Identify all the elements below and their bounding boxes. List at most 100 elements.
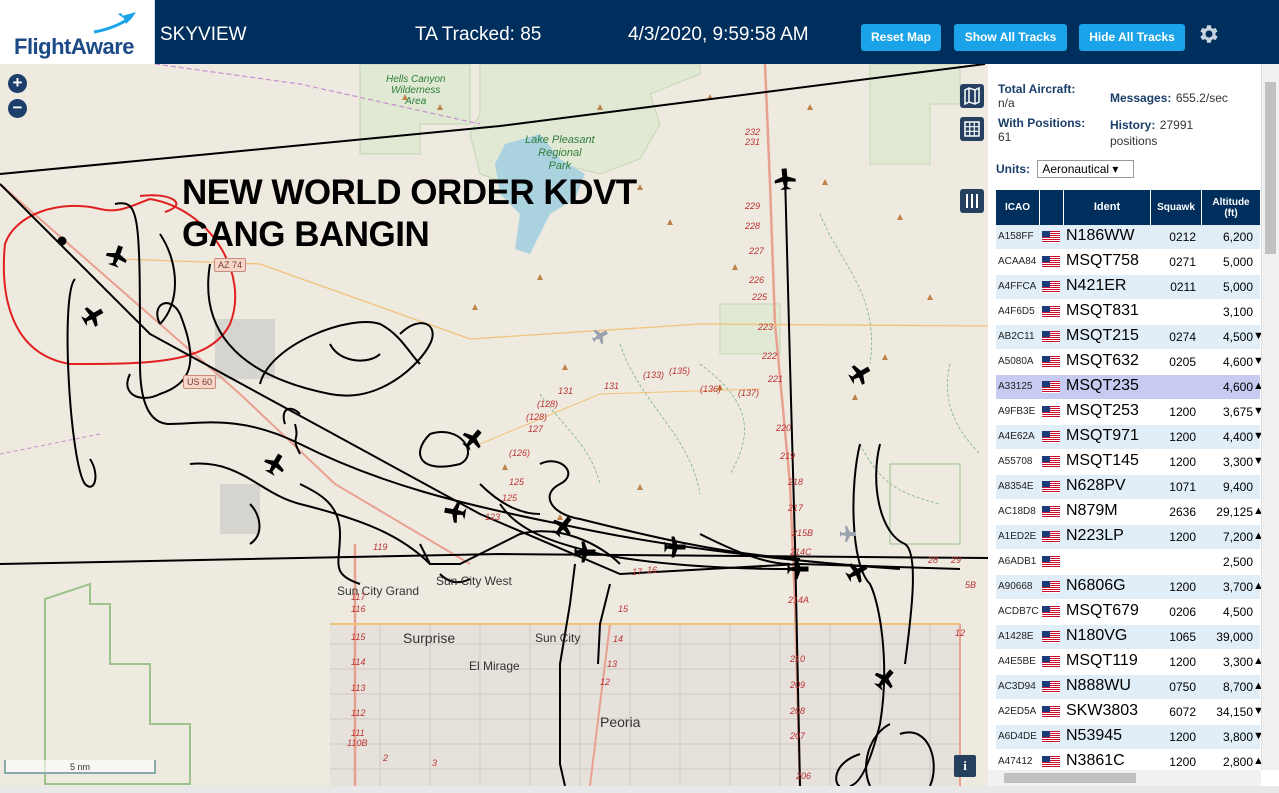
aircraft-row[interactable]: A6D4DE N53945 1200 3,800 ▼ [996,725,1264,749]
altitude-cell: 4,500 [1222,330,1253,344]
aircraft-row[interactable]: A1ED2E N223LP 1200 7,200 ▲ [996,525,1264,549]
us-flag-icon [1042,506,1060,518]
altitude-cell: 2,500 [1222,555,1253,569]
hide-all-tracks-button[interactable]: Hide All Tracks [1079,24,1185,51]
aircraft-row[interactable]: ACAA84 MSQT758 0271 5,000 [996,250,1260,274]
scrollbar-thumb[interactable] [1004,773,1136,783]
road-num: 13 [607,659,618,669]
col-header-squawk[interactable]: Squawk [1151,190,1201,225]
col-header-altitude[interactable]: Altitude (ft) [1202,190,1260,225]
us-flag-icon [1042,481,1060,493]
altitude-cell: 5,000 [1222,280,1253,294]
road-shield-az74: AZ 74 [214,258,247,272]
units-select[interactable]: Aeronautical ▾ [1037,160,1135,178]
us-flag-icon [1042,681,1060,693]
aircraft-row[interactable]: A2ED5A SKW3803 6072 34,150 ▼ [996,700,1264,724]
scrollbar-thumb[interactable] [1265,82,1276,254]
panel-vertical-scrollbar[interactable] [1261,64,1279,770]
road-num: 227 [749,246,765,256]
col-header-ident[interactable]: Ident [1064,190,1150,225]
window-bottom-edge [0,786,1279,793]
aircraft-row[interactable]: ACDB7C MSQT679 0206 4,500 [996,600,1260,624]
aircraft-row[interactable]: A5080A MSQT632 0205 4,600 ▼ [996,350,1264,374]
ident-cell: N53945 [1066,727,1123,744]
aircraft-row[interactable]: A4FFCA N421ER 0211 5,000 [996,275,1260,299]
road-num: 111 [351,728,365,738]
us-flag-icon [1042,531,1060,543]
squawk-cell: 0205 [1169,355,1196,369]
flightaware-logo[interactable]: FlightAware [0,0,155,64]
ident-cell: N879M [1066,502,1118,519]
squawk-cell: 1200 [1169,430,1196,444]
map-view[interactable]: Hells Canyon Wilderness Area Lake Pleasa… [0,64,988,786]
us-flag-icon [1042,656,1060,668]
aircraft-row[interactable]: A90668 N6806G 1200 3,700 ▲ [996,575,1264,599]
us-flag-icon [1042,331,1060,343]
aircraft-row[interactable]: A55708 MSQT145 1200 3,300 ▼ [996,450,1264,474]
aircraft-row[interactable]: A4E62A MSQT971 1200 4,400 ▼ [996,425,1264,449]
road-num: 28 [928,555,939,565]
reset-map-button[interactable]: Reset Map [861,24,941,51]
aircraft-row[interactable]: A158FF N186WW 0212 6,200 [996,225,1260,249]
park-label-hells-canyon: Hells Canyon Wilderness Area [386,74,446,107]
road-num: 226 [749,275,765,285]
aircraft-row[interactable]: AC3D94 N888WU 0750 8,700 ▲ [996,675,1264,699]
altitude-cell: 39,000 [1216,630,1253,644]
altitude-cell: 4,600 [1222,355,1253,369]
aircraft-row[interactable]: A33125 MSQT235 4,600 ▲ [996,375,1264,399]
skyview-app: FlightAware SKYVIEW TA Tracked: 85 4/3/2… [0,0,1279,793]
aircraft-row[interactable]: A4F6D5 MSQT831 3,100 [996,300,1260,324]
aircraft-row[interactable]: A6ADB1 2,500 [996,550,1260,574]
road-num: (133) [643,370,665,380]
zoom-in-button[interactable]: + [8,74,27,93]
aircraft-row[interactable]: A4E5BE MSQT119 1200 3,300 ▲ [996,650,1264,674]
road-num: 218 [788,477,804,487]
icao-cell: AB2C11 [998,331,1035,342]
us-flag-icon [1042,606,1060,618]
icao-cell: A9FB3E [998,406,1036,417]
ident-cell: N3861C [1066,752,1125,769]
columns-toggle-button[interactable] [960,189,984,213]
altitude-cell: 3,100 [1222,305,1253,319]
icao-cell: A90668 [998,581,1033,592]
us-flag-icon [1042,431,1060,443]
show-all-tracks-button[interactable]: Show All Tracks [954,24,1067,51]
map-layers-button[interactable] [960,84,984,108]
ident-cell: MSQT632 [1066,352,1139,369]
road-num: 206 [796,771,812,781]
road-num: 214A [788,595,810,605]
info-icon[interactable]: i [954,755,976,777]
aircraft-row[interactable]: AB2C11 MSQT215 0274 4,500 ▼ [996,325,1264,349]
altitude-header-text: Altitude (ft) [1212,196,1250,219]
road-num: 208 [790,706,806,716]
place-label-el-mirage: El Mirage [469,659,520,673]
gear-icon[interactable] [1196,22,1220,46]
panel-horizontal-scrollbar[interactable] [988,770,1261,786]
icao-cell: A8354E [998,481,1034,492]
squawk-cell: 2636 [1169,505,1196,519]
squawk-cell: 0206 [1169,605,1196,619]
us-flag-icon [1042,281,1060,293]
aircraft-row[interactable]: AC18D8 N879M 2636 29,125 ▲ [996,500,1264,524]
icao-cell: AC18D8 [998,506,1036,517]
aircraft-row[interactable]: A8354E N628PV 1071 9,400 [996,475,1260,499]
icao-cell: A33125 [998,381,1033,392]
icao-cell: A6ADB1 [998,556,1037,567]
altitude-cell: 8,700 [1222,680,1253,694]
aircraft-row[interactable]: A1428E N180VG 1065 39,000 [996,625,1260,649]
squawk-cell: 1200 [1169,455,1196,469]
squawk-cell: 1065 [1169,630,1196,644]
with-positions-value: 61 [998,130,1012,144]
road-num: (126) [509,448,531,458]
zoom-out-button[interactable]: − [8,99,27,118]
aircraft-row[interactable]: A9FB3E MSQT253 1200 3,675 ▼ [996,400,1264,424]
road-num: 127 [528,424,544,434]
col-header-icao[interactable]: ICAO [996,190,1039,225]
road-num: 2 [383,753,389,763]
col-header-flag[interactable] [1040,190,1063,225]
road-num: 228 [745,221,761,231]
grid-icon [964,121,980,137]
us-flag-icon [1042,381,1060,393]
road-num: 225 [752,292,768,302]
grid-toggle-button[interactable] [960,117,984,141]
